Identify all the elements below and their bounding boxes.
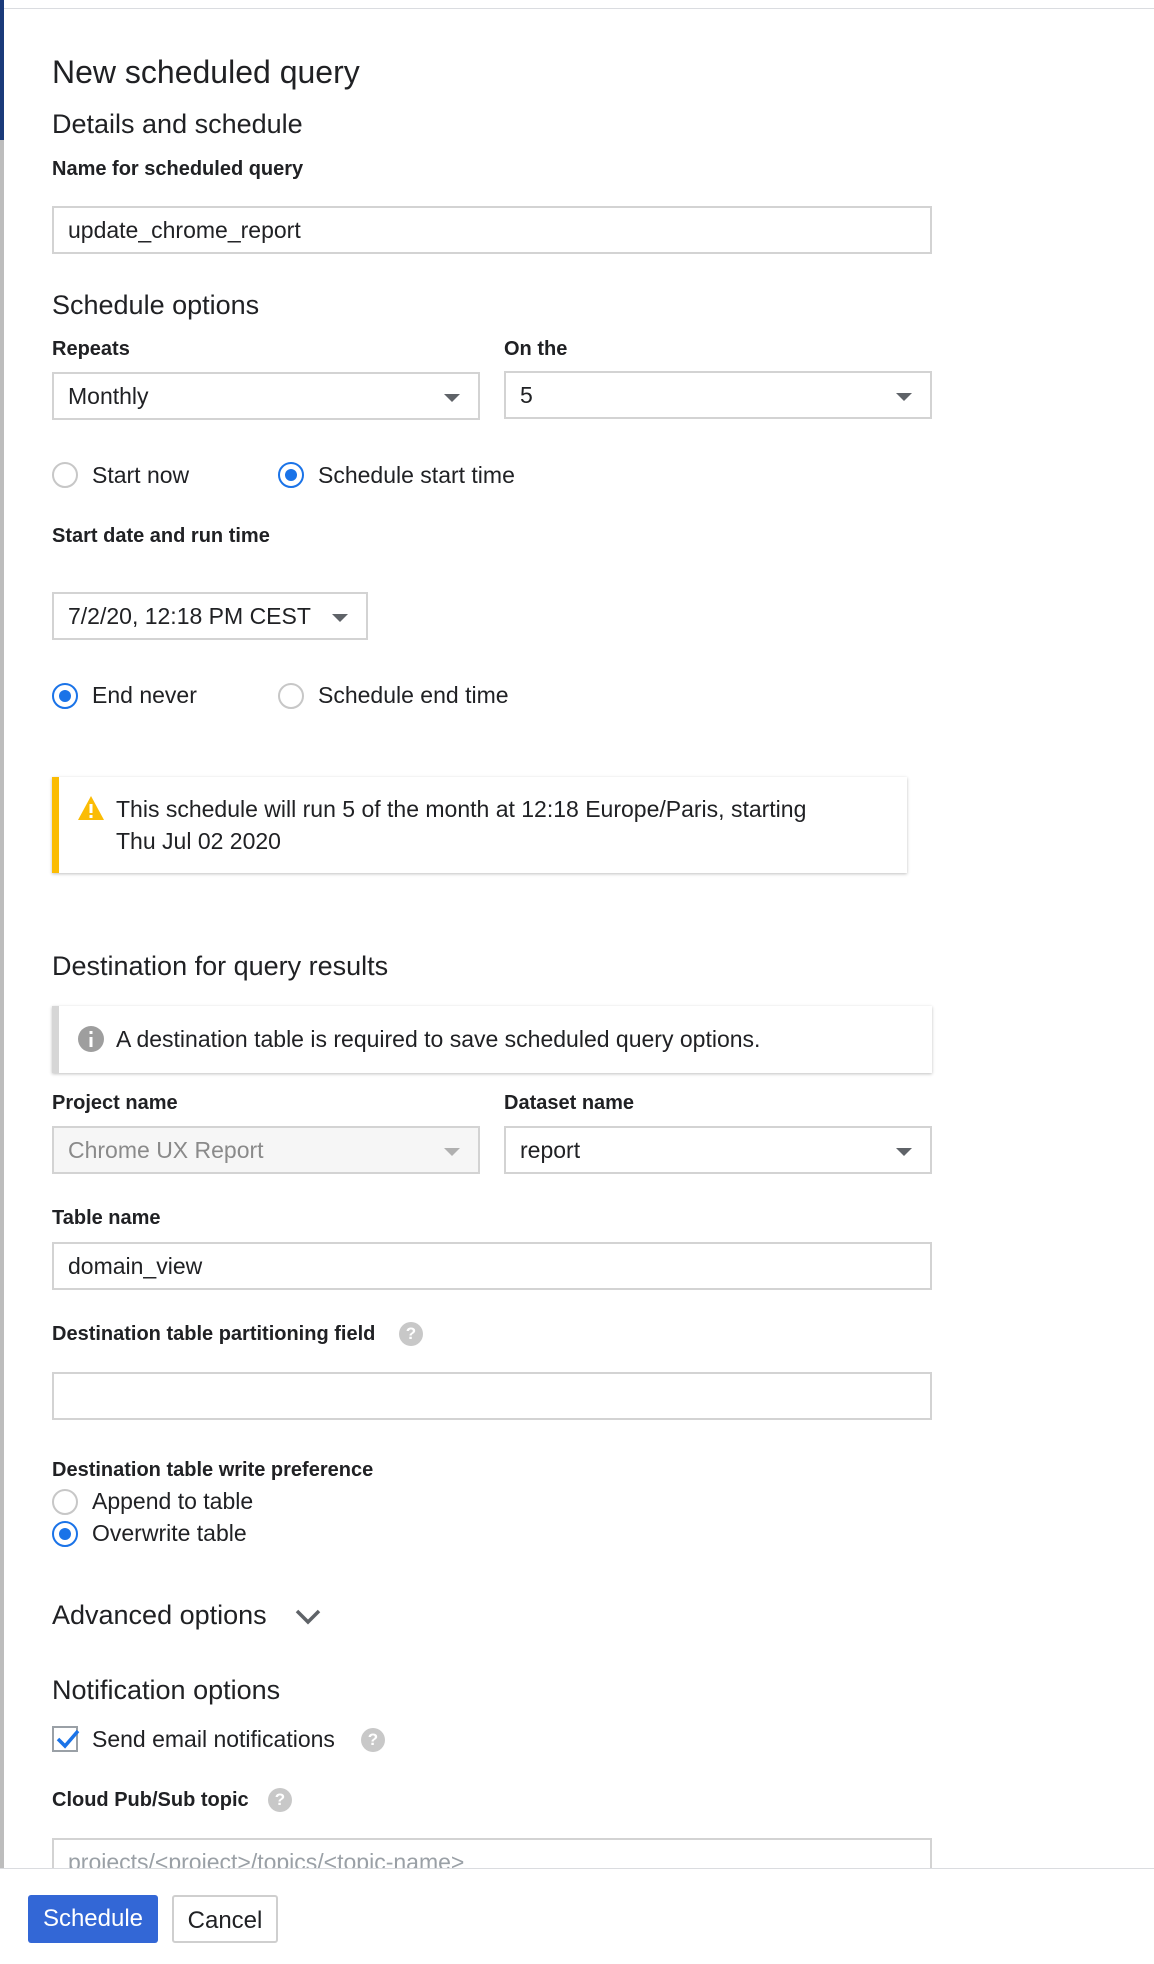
caret-down-icon <box>896 1148 912 1156</box>
end-never-label: End never <box>92 682 197 708</box>
start-date-value: 7/2/20, 12:18 PM CEST <box>68 603 311 629</box>
schedule-options-heading: Schedule options <box>52 290 260 320</box>
on-the-select[interactable]: 5 <box>504 371 932 419</box>
left-edge <box>0 0 4 1964</box>
top-divider <box>0 8 1154 9</box>
help-icon[interactable]: ? <box>361 1728 385 1752</box>
on-the-value: 5 <box>520 382 533 408</box>
help-icon[interactable]: ? <box>268 1788 292 1812</box>
repeats-label: Repeats <box>52 338 130 360</box>
schedule-start-label: Schedule start time <box>318 462 515 488</box>
details-heading: Details and schedule <box>52 109 303 139</box>
advanced-options-label: Advanced options <box>52 1600 267 1630</box>
project-value: Chrome UX Report <box>68 1137 264 1163</box>
schedule-start-radio[interactable] <box>278 462 304 488</box>
schedule-summary-notice: This schedule will run 5 of the month at… <box>52 777 907 873</box>
destination-heading: Destination for query results <box>52 951 389 981</box>
caret-down-icon <box>896 393 912 401</box>
overwrite-radio[interactable] <box>52 1521 78 1547</box>
notification-heading: Notification options <box>52 1675 281 1705</box>
caret-down-icon <box>444 394 460 402</box>
start-now-radio[interactable] <box>52 462 78 488</box>
advanced-options-toggle[interactable]: Advanced options <box>52 1598 321 1632</box>
page-title: New scheduled query <box>52 54 360 90</box>
schedule-end-radio[interactable] <box>278 683 304 709</box>
write-pref-label: Destination table write preference <box>52 1459 374 1481</box>
left-edge-accent <box>0 0 4 140</box>
dataset-select[interactable]: report <box>504 1126 932 1174</box>
destination-info-text: A destination table is required to save … <box>116 1026 761 1052</box>
partition-input[interactable] <box>52 1372 932 1420</box>
dataset-value: report <box>520 1137 581 1163</box>
schedule-end-label: Schedule end time <box>318 682 509 708</box>
end-never-radio[interactable] <box>52 683 78 709</box>
warning-icon <box>78 796 104 820</box>
destination-info-notice: A destination table is required to save … <box>52 1006 932 1073</box>
help-icon[interactable]: ? <box>399 1322 423 1346</box>
email-label: Send email notifications <box>92 1726 335 1752</box>
start-date-label: Start date and run time <box>52 525 270 547</box>
append-label: Append to table <box>92 1488 254 1514</box>
partition-label: Destination table partitioning field <box>52 1323 376 1345</box>
footer-divider <box>0 1868 1154 1869</box>
info-icon <box>78 1026 104 1052</box>
append-radio[interactable] <box>52 1489 78 1515</box>
caret-down-icon <box>444 1148 460 1156</box>
name-input[interactable]: update_chrome_report <box>52 206 932 254</box>
schedule-button[interactable]: Schedule <box>28 1895 158 1943</box>
name-label: Name for scheduled query <box>52 158 304 180</box>
start-date-select[interactable]: 7/2/20, 12:18 PM CEST <box>52 592 368 640</box>
cancel-button[interactable]: Cancel <box>172 1895 278 1943</box>
chevron-down-icon <box>295 1609 321 1625</box>
caret-down-icon <box>332 614 348 622</box>
on-the-label: On the <box>504 338 568 360</box>
email-checkbox[interactable] <box>52 1726 80 1752</box>
repeats-value: Monthly <box>68 383 149 409</box>
overwrite-label: Overwrite table <box>92 1520 247 1546</box>
table-name-input[interactable]: domain_view <box>52 1242 932 1290</box>
start-now-label: Start now <box>92 462 190 488</box>
schedule-notice-line2: Thu Jul 02 2020 <box>116 828 281 854</box>
table-name-label: Table name <box>52 1207 161 1229</box>
project-label: Project name <box>52 1092 178 1114</box>
checkmark-icon <box>56 1729 80 1749</box>
pubsub-label: Cloud Pub/Sub topic <box>52 1789 249 1811</box>
repeats-select[interactable]: Monthly <box>52 372 480 420</box>
schedule-notice-line1: This schedule will run 5 of the month at… <box>116 796 807 822</box>
project-select: Chrome UX Report <box>52 1126 480 1174</box>
dataset-label: Dataset name <box>504 1092 635 1114</box>
